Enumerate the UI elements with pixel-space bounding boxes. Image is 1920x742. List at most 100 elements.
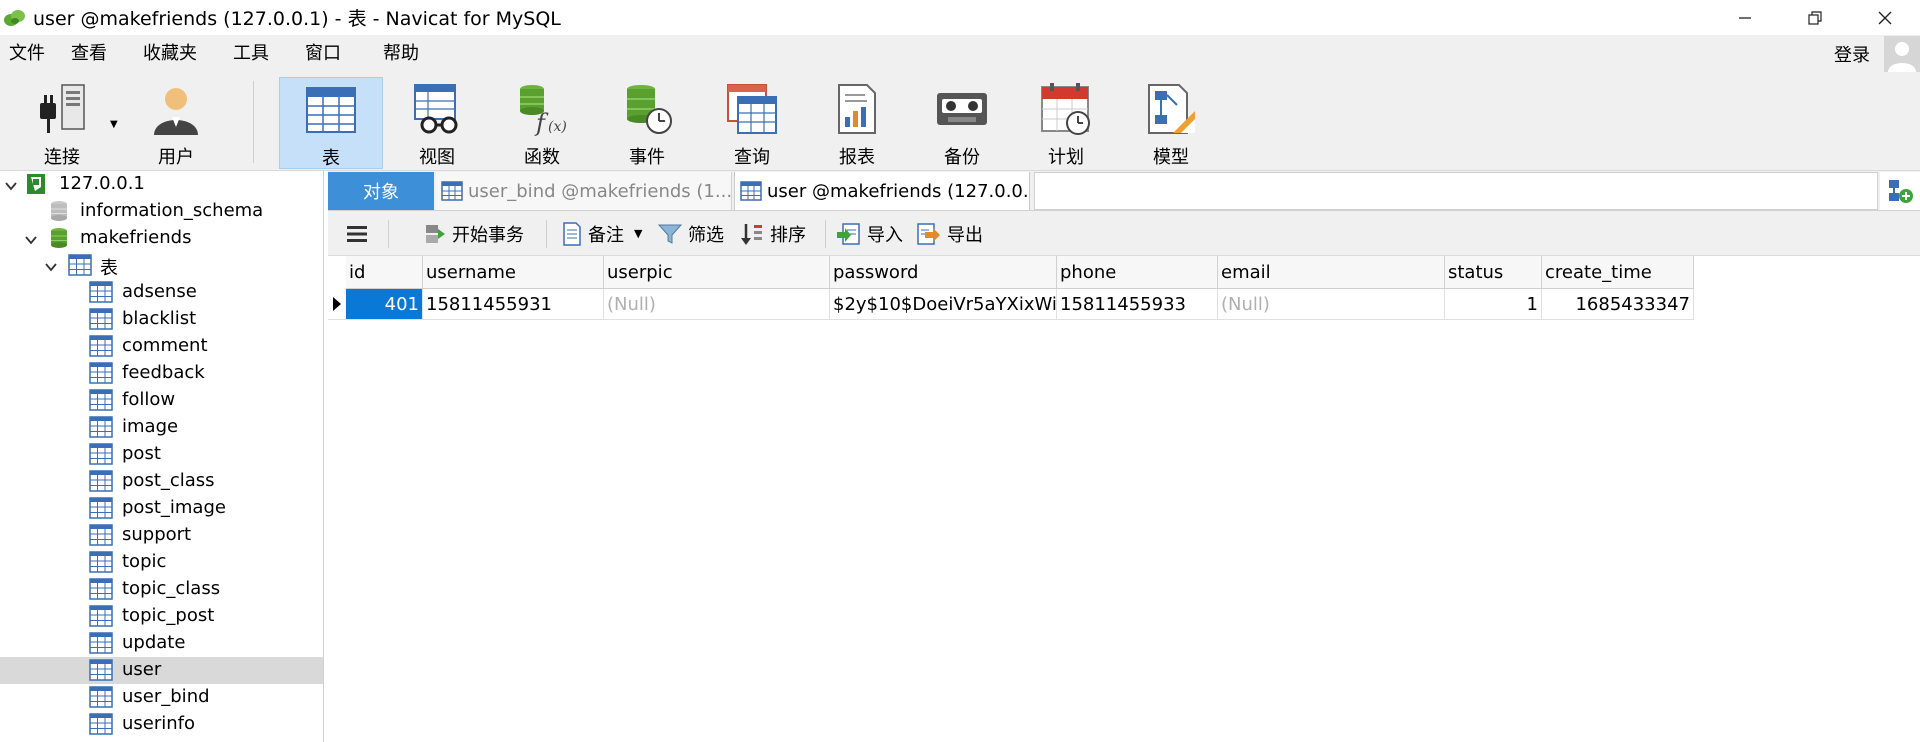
report-chart-icon xyxy=(829,81,885,137)
chevron-down-icon[interactable] xyxy=(4,177,18,191)
menu-window[interactable]: 窗口 xyxy=(295,35,351,73)
backup-button[interactable]: 备份 xyxy=(920,77,1004,169)
hamburger-menu-button[interactable] xyxy=(346,211,374,256)
user-button[interactable]: 用户 xyxy=(134,77,218,169)
tree-table-topic-class[interactable]: topic_class xyxy=(0,576,323,603)
event-button[interactable]: 事件 xyxy=(605,77,689,169)
tree-item-label: userinfo xyxy=(122,713,196,734)
close-button[interactable] xyxy=(1850,0,1920,35)
cell-id[interactable]: 401 xyxy=(346,289,423,320)
memo-dropdown-icon[interactable]: ▼ xyxy=(634,227,642,240)
export-label: 导出 xyxy=(947,224,983,246)
login-area: 登录 xyxy=(1834,35,1920,73)
export-button[interactable]: 导出 xyxy=(917,211,983,256)
model-button[interactable]: 模型 xyxy=(1129,77,1213,169)
avatar[interactable] xyxy=(1884,36,1920,72)
tree-connection[interactable]: 127.0.0.1 xyxy=(0,171,323,198)
query-button[interactable]: 查询 xyxy=(710,77,794,169)
tree-item-label: post xyxy=(122,443,161,464)
tree-table-feedback[interactable]: feedback xyxy=(0,360,323,387)
tree-table-post[interactable]: post xyxy=(0,441,323,468)
cell-create-time[interactable]: 1685433347 xyxy=(1542,289,1694,320)
tree-item-label: 表 xyxy=(100,258,118,279)
column-header-status[interactable]: status xyxy=(1445,256,1542,289)
tree-table-comment[interactable]: comment xyxy=(0,333,323,360)
tree-db-makefriends[interactable]: makefriends xyxy=(0,225,323,252)
cell-phone[interactable]: 15811455933 xyxy=(1057,289,1218,320)
cell-username[interactable]: 15811455931 xyxy=(423,289,604,320)
function-button[interactable]: f (x) 函数 xyxy=(500,77,584,169)
connect-button[interactable]: 连接 xyxy=(20,77,104,169)
data-grid: id username userpic password phone email… xyxy=(328,256,1920,742)
tab-user[interactable]: user @makefriends (127.0.0... xyxy=(734,172,1030,210)
row-indicator[interactable] xyxy=(328,289,346,320)
menu-file[interactable]: 文件 xyxy=(0,35,55,73)
navicat-logo-icon xyxy=(4,9,25,26)
tree-table-adsense[interactable]: adsense xyxy=(0,279,323,306)
tree-table-topic[interactable]: topic xyxy=(0,549,323,576)
tab-user-bind[interactable]: user_bind @makefriends (1... xyxy=(436,172,732,210)
restore-button[interactable] xyxy=(1780,0,1850,35)
memo-label: 备注 xyxy=(588,224,624,246)
column-header-username[interactable]: username xyxy=(423,256,604,289)
tree-table-follow[interactable]: follow xyxy=(0,387,323,414)
add-object-icon xyxy=(1889,180,1913,203)
menu-help[interactable]: 帮助 xyxy=(373,35,429,73)
tab-objects-label: 对象 xyxy=(363,182,399,203)
tree-db-information-schema[interactable]: information_schema xyxy=(0,198,323,225)
minimize-button[interactable] xyxy=(1710,0,1780,35)
cell-email[interactable]: (Null) xyxy=(1218,289,1445,320)
user-avatar-icon xyxy=(1884,36,1920,72)
memo-button[interactable]: 备注 ▼ xyxy=(562,211,642,256)
action-toolbar: 开始事务 备注 ▼ 筛选 排序 导入 导出 xyxy=(328,211,1920,256)
tree-table-user[interactable]: user xyxy=(0,657,323,684)
menu-tools[interactable]: 工具 xyxy=(223,35,279,73)
login-link[interactable]: 登录 xyxy=(1834,41,1870,67)
tree-table-support[interactable]: support xyxy=(0,522,323,549)
column-header-id[interactable]: id xyxy=(346,256,423,289)
table-icon xyxy=(89,524,113,546)
schedule-button[interactable]: 计划 xyxy=(1024,77,1108,169)
grid-header: id username userpic password phone email… xyxy=(346,256,1694,289)
tree-table-update[interactable]: update xyxy=(0,630,323,657)
table-icon xyxy=(89,632,113,654)
column-header-email[interactable]: email xyxy=(1218,256,1445,289)
report-button[interactable]: 报表 xyxy=(815,77,899,169)
view-button[interactable]: 视图 xyxy=(395,77,479,169)
tree-item-label: follow xyxy=(122,389,176,410)
filter-button[interactable]: 筛选 xyxy=(658,211,724,256)
tree-table-topic-post[interactable]: topic_post xyxy=(0,603,323,630)
tree-table-post-class[interactable]: post_class xyxy=(0,468,323,495)
column-header-phone[interactable]: phone xyxy=(1057,256,1218,289)
table-icon xyxy=(303,82,359,138)
new-tab-button[interactable] xyxy=(1880,172,1920,210)
table-icon xyxy=(89,470,113,492)
sort-button[interactable]: 排序 xyxy=(740,211,806,256)
cell-password[interactable]: $2y$10$DoeiVr5aYXixWi/l xyxy=(830,289,1057,320)
view-glasses-icon xyxy=(409,81,465,137)
chevron-down-icon[interactable] xyxy=(24,231,38,245)
cell-userpic[interactable]: (Null) xyxy=(604,289,830,320)
tree-tables-node[interactable]: 表 xyxy=(0,252,323,279)
menu-favorites[interactable]: 收藏夹 xyxy=(133,35,207,73)
column-header-userpic[interactable]: userpic xyxy=(604,256,830,289)
tree-table-userinfo[interactable]: userinfo xyxy=(0,711,323,738)
tree-table-blacklist[interactable]: blacklist xyxy=(0,306,323,333)
chevron-down-icon[interactable] xyxy=(44,258,58,272)
column-header-create-time[interactable]: create_time xyxy=(1542,256,1694,289)
user-label: 用户 xyxy=(158,147,194,168)
begin-transaction-button[interactable]: 开始事务 xyxy=(424,211,524,256)
tree-table-post-image[interactable]: post_image xyxy=(0,495,323,522)
window-title: user @makefriends (127.0.0.1) - 表 - Navi… xyxy=(33,8,561,30)
tree-table-user-bind[interactable]: user_bind xyxy=(0,684,323,711)
connect-dropdown-arrow[interactable]: ▼ xyxy=(110,119,118,130)
import-button[interactable]: 导入 xyxy=(837,211,903,256)
tab-objects[interactable]: 对象 xyxy=(328,172,434,210)
table-button[interactable]: 表 xyxy=(279,77,383,169)
menu-view[interactable]: 查看 xyxy=(61,35,117,73)
column-header-password[interactable]: password xyxy=(830,256,1057,289)
cell-status[interactable]: 1 xyxy=(1445,289,1542,320)
tree-table-image[interactable]: image xyxy=(0,414,323,441)
table-row[interactable]: 401 15811455931 (Null) $2y$10$DoeiVr5aYX… xyxy=(328,289,1694,320)
tree-item-label: 127.0.0.1 xyxy=(59,173,145,194)
